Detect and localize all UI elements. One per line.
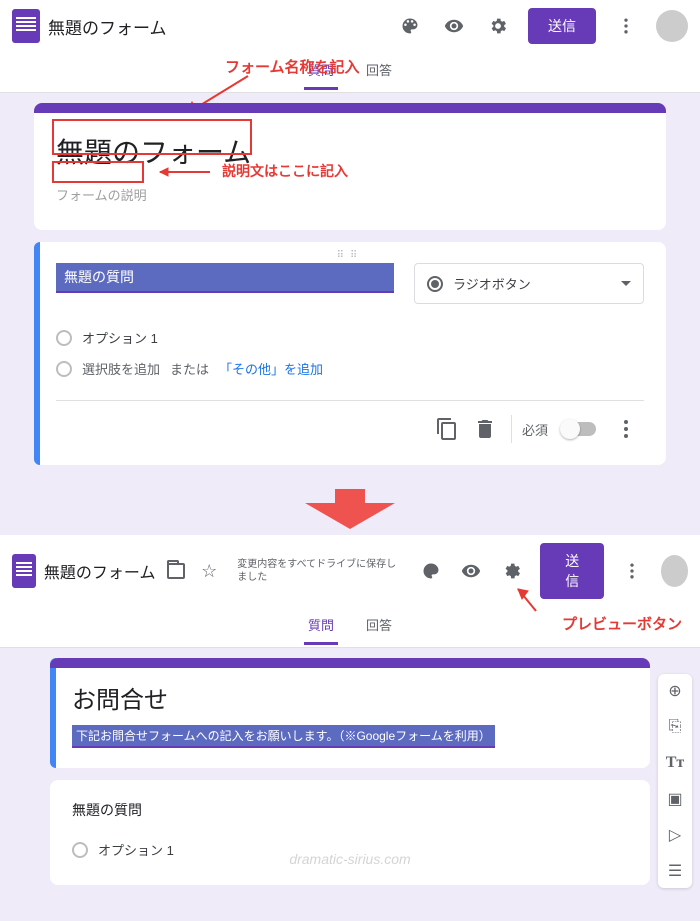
question-text[interactable]: 無題の質問	[72, 800, 628, 820]
app-header: 無題のフォーム ☆ 変更内容をすべてドライブに保存しました 送信	[0, 535, 700, 607]
move-folder-icon[interactable]	[167, 563, 185, 579]
card-active-indicator	[34, 242, 40, 465]
theme-palette-icon[interactable]	[398, 14, 422, 38]
option-label[interactable]: オプション 1	[82, 328, 158, 347]
big-down-arrow	[305, 489, 395, 529]
forms-doc-icon[interactable]	[12, 554, 36, 588]
form-title-input[interactable]: お問合せ	[72, 680, 628, 715]
more-vert-icon[interactable]	[614, 417, 638, 441]
annotation-arrow-desc	[154, 165, 214, 179]
radio-outline-icon	[72, 842, 88, 858]
form-header-card[interactable]: 無題のフォーム フォームの説明 説明文はここに記入	[34, 103, 666, 230]
preview-eye-icon[interactable]	[461, 559, 482, 583]
add-option-row[interactable]: 選択肢を追加 または 「その他」を追加	[56, 353, 644, 384]
form-accent-bar	[50, 658, 650, 668]
required-label: 必須	[522, 420, 548, 439]
add-video-icon[interactable]: ▷	[662, 822, 688, 848]
save-status-text: 変更内容をすべてドライブに保存しました	[237, 558, 398, 584]
option-label[interactable]: オプション 1	[98, 840, 174, 859]
add-image-icon[interactable]: ▣	[662, 786, 688, 812]
divider	[511, 415, 512, 443]
add-other-link[interactable]: 「その他」を追加	[219, 359, 323, 378]
question-card[interactable]: ⠿⠿ ラジオボタン オプション 1 選択肢を追加 または 「その他」を追加	[34, 242, 666, 465]
annotation-desc-note: 説明文はここに記入	[222, 161, 348, 181]
tab-questions[interactable]: 質問	[304, 607, 338, 645]
account-avatar[interactable]	[661, 555, 688, 587]
settings-gear-icon[interactable]	[502, 559, 523, 583]
delete-trash-icon[interactable]	[473, 417, 497, 441]
document-title[interactable]: 無題のフォーム	[44, 559, 156, 583]
annotation-box-desc	[52, 161, 144, 183]
question-card[interactable]: 無題の質問 オプション 1	[50, 780, 650, 885]
question-type-select[interactable]: ラジオボタン	[414, 263, 644, 304]
add-section-icon[interactable]: ☰	[662, 858, 688, 884]
screenshot-editor-initial: 無題のフォーム 送信 フォーム名称を記入 質問 回答 無題のフォーム フォームの…	[0, 0, 700, 529]
add-title-icon[interactable]: Tᴛ	[662, 750, 688, 776]
form-accent-bar	[34, 103, 666, 113]
card-active-indicator	[50, 658, 56, 768]
form-header-card[interactable]: お問合せ 下記お問合せフォームへの記入をお願いします。（※Googleフォームを…	[50, 658, 650, 768]
chevron-down-icon	[621, 281, 631, 286]
more-vert-icon[interactable]	[622, 559, 643, 583]
duplicate-icon[interactable]	[435, 417, 459, 441]
app-header: 無題のフォーム 送信	[0, 0, 700, 52]
annotation-preview-note: プレビューボタン	[562, 613, 682, 634]
add-question-icon[interactable]: ⊕	[662, 678, 688, 704]
radio-outline-icon	[56, 361, 72, 377]
account-avatar[interactable]	[656, 10, 688, 42]
form-description-input[interactable]: フォームの説明	[56, 179, 644, 210]
watermark-text: dramatic-sirius.com	[289, 851, 410, 867]
send-button[interactable]: 送信	[540, 543, 604, 599]
send-button[interactable]: 送信	[528, 8, 596, 44]
required-toggle[interactable]	[562, 422, 596, 436]
form-description-input[interactable]: 下記お問合せフォームへの記入をお願いします。（※Googleフォームを利用）	[72, 725, 495, 748]
add-option-text[interactable]: 選択肢を追加	[82, 359, 160, 378]
import-questions-icon[interactable]: ⎘	[662, 714, 688, 740]
preview-eye-icon[interactable]	[442, 14, 466, 38]
question-type-label: ラジオボタン	[453, 274, 531, 293]
theme-palette-icon[interactable]	[421, 559, 442, 583]
option-row[interactable]: オプション 1	[56, 322, 644, 353]
question-text-input[interactable]	[56, 263, 394, 293]
document-title[interactable]: 無題のフォーム	[48, 14, 167, 39]
radio-icon	[427, 276, 443, 292]
screenshot-editor-filled: 無題のフォーム ☆ 変更内容をすべてドライブに保存しました 送信 質問 回答 プ…	[0, 535, 700, 921]
tab-answers[interactable]: 回答	[362, 52, 396, 90]
radio-outline-icon	[56, 330, 72, 346]
annotation-arrow-preview	[514, 585, 544, 615]
or-text: または	[170, 359, 209, 378]
floating-toolbar: ⊕ ⎘ Tᴛ ▣ ▷ ☰	[658, 674, 692, 888]
forms-doc-icon[interactable]	[12, 9, 40, 43]
tab-answers[interactable]: 回答	[362, 607, 396, 645]
more-vert-icon[interactable]	[614, 14, 638, 38]
star-icon[interactable]: ☆	[201, 561, 217, 582]
settings-gear-icon[interactable]	[486, 14, 510, 38]
annotation-box-title	[52, 119, 252, 155]
drag-handle-icon[interactable]: ⠿⠿	[56, 248, 644, 263]
